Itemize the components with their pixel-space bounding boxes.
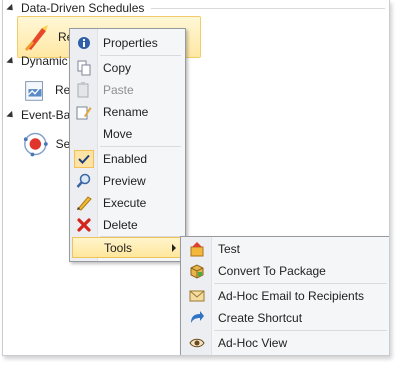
menu-item-label: Enabled: [103, 151, 148, 166]
submenu-separator: [214, 330, 387, 331]
submenu-item-label: Test: [218, 241, 241, 256]
menu-item-execute[interactable]: Execute: [72, 192, 183, 213]
collapse-triangle-icon[interactable]: [6, 110, 16, 120]
group-divider: [151, 8, 385, 9]
properties-icon: [74, 34, 94, 52]
menu-item-label: Move: [103, 126, 133, 141]
dynamic-report-icon: [25, 81, 43, 101]
menu-separator: [100, 146, 181, 147]
package-icon: [187, 262, 207, 280]
collapse-triangle-icon[interactable]: [6, 3, 16, 13]
eye-icon: [187, 334, 207, 352]
submenu-item-ad-hoc-email[interactable]: Ad-Hoc Email to Recipients: [183, 285, 389, 306]
menu-item-label: Delete: [103, 217, 138, 232]
menu-item-properties[interactable]: Properties: [72, 32, 183, 53]
menu-item-label: Execute: [103, 195, 147, 210]
submenu-item-label: Ad-Hoc View: [218, 335, 288, 350]
schedule-item-dynamic[interactable]: Rep: [17, 70, 77, 110]
submenu-item-test[interactable]: Test: [183, 238, 389, 259]
menu-item-label: Properties: [103, 35, 158, 50]
group-header-dynamic[interactable]: Dynamic: [6, 54, 68, 68]
check-icon: [74, 149, 94, 168]
submenu-item-label: Create Shortcut: [218, 310, 303, 325]
menu-item-label: Copy: [103, 60, 132, 75]
shortcut-arrow-icon: [187, 309, 207, 327]
menu-item-copy[interactable]: Copy: [72, 57, 183, 78]
menu-item-paste[interactable]: Paste: [72, 79, 183, 100]
test-icon: [187, 240, 207, 258]
paste-icon: [74, 81, 94, 99]
data-driven-report-icon: [25, 25, 48, 51]
group-label: Dynamic: [21, 54, 68, 68]
execute-pencil-icon: [74, 194, 94, 212]
menu-item-tools[interactable]: Tools: [72, 237, 183, 258]
submenu-item-ad-hoc-view[interactable]: Ad-Hoc View: [183, 332, 389, 353]
menu-item-rename[interactable]: Rename: [72, 101, 183, 122]
submenu-item-convert-to-package[interactable]: Convert To Package: [183, 260, 389, 281]
menu-item-enabled[interactable]: Enabled: [72, 148, 183, 169]
tools-submenu: Test Convert To Package Ad-Hoc Email to …: [180, 236, 389, 355]
context-menu: Properties Copy Paste Rename Move Enable…: [69, 28, 186, 262]
menu-item-label: Rename: [103, 104, 149, 119]
submenu-item-create-shortcut[interactable]: Create Shortcut: [183, 307, 389, 328]
group-header-data-driven[interactable]: Data-Driven Schedules: [6, 1, 145, 15]
email-icon: [187, 287, 207, 305]
event-based-schedule-icon: [23, 132, 48, 157]
group-label: Data-Driven Schedules: [21, 1, 145, 15]
copy-icon: [74, 59, 94, 77]
menu-item-label: Paste: [103, 82, 134, 97]
menu-item-delete[interactable]: Delete: [72, 214, 183, 235]
delete-x-icon: [74, 216, 94, 234]
menu-item-label: Preview: [103, 173, 146, 188]
menu-item-label: Tools: [104, 240, 133, 255]
submenu-arrow-icon: [172, 244, 176, 252]
rename-icon: [74, 103, 94, 121]
group-header-event-based[interactable]: Event-Ba: [6, 108, 71, 122]
submenu-separator: [214, 283, 387, 284]
group-label: Event-Ba: [21, 108, 71, 122]
schedule-item-event-based[interactable]: Sep: [17, 124, 77, 164]
menu-item-preview[interactable]: Preview: [72, 170, 183, 191]
schedule-explorer-panel: Data-Driven Schedules Rep Dynamic Rep Ev…: [2, 0, 390, 356]
collapse-triangle-icon[interactable]: [6, 56, 16, 66]
submenu-item-label: Convert To Package: [218, 263, 326, 278]
menu-separator: [100, 55, 181, 56]
submenu-item-label: Ad-Hoc Email to Recipients: [218, 288, 365, 303]
menu-item-move[interactable]: Move: [72, 123, 183, 144]
magnifier-icon: [74, 172, 94, 190]
